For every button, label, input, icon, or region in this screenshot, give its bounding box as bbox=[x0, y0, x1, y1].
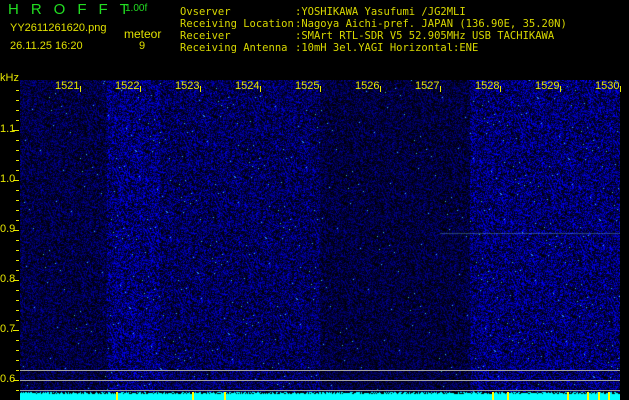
meteor-marker bbox=[192, 392, 194, 400]
y-minor-tick bbox=[16, 160, 19, 161]
y-minor-tick bbox=[16, 320, 19, 321]
info-label: Ovserver bbox=[180, 6, 231, 18]
y-tick-label: 0.8 bbox=[0, 273, 16, 285]
y-minor-tick bbox=[16, 200, 19, 201]
y-tick-label: 1.1 bbox=[0, 123, 16, 135]
y-minor-tick bbox=[16, 220, 19, 221]
y-unit-label: kHz bbox=[0, 72, 19, 84]
spectrogram bbox=[20, 80, 620, 400]
minute-tick bbox=[140, 86, 141, 92]
meteor-marker bbox=[507, 392, 509, 400]
receiver-value: :SMArt RTL-SDR V5 52.905MHz USB TACHIKAW… bbox=[295, 30, 555, 42]
y-tick-label: 0.7 bbox=[0, 323, 16, 335]
y-minor-tick bbox=[16, 110, 19, 111]
y-minor-tick bbox=[16, 190, 19, 191]
minute-tick bbox=[500, 86, 501, 92]
minute-tick bbox=[260, 86, 261, 92]
meteor-marker bbox=[116, 392, 118, 400]
y-tick-label: 0.6 bbox=[0, 373, 16, 385]
y-minor-tick bbox=[16, 120, 19, 121]
y-minor-tick bbox=[16, 240, 19, 241]
meteor-count: 9 bbox=[139, 40, 146, 52]
minute-tick bbox=[380, 86, 381, 92]
y-minor-tick bbox=[16, 360, 19, 361]
info-label: Receiver bbox=[180, 30, 231, 42]
info-values: :YOSHIKAWA Yasufumi /JG2MLI :Nagoya Aich… bbox=[295, 6, 567, 54]
y-minor-tick bbox=[16, 250, 19, 251]
minute-label: 1525 bbox=[295, 80, 320, 92]
y-minor-tick bbox=[16, 340, 19, 341]
y-minor-tick bbox=[16, 90, 19, 91]
y-minor-tick bbox=[16, 100, 19, 101]
y-minor-tick bbox=[16, 350, 19, 351]
minute-tick bbox=[440, 86, 441, 92]
minute-tick bbox=[320, 86, 321, 92]
minute-tick bbox=[80, 86, 81, 92]
y-minor-tick bbox=[16, 300, 19, 301]
minute-label: 1528 bbox=[475, 80, 500, 92]
minute-label: 1522 bbox=[115, 80, 140, 92]
observer-value: :YOSHIKAWA Yasufumi /JG2MLI bbox=[295, 6, 466, 18]
minute-tick bbox=[200, 86, 201, 92]
minute-label: 1530 bbox=[595, 80, 620, 92]
app-title: HROFFT bbox=[8, 1, 141, 18]
reference-line bbox=[20, 370, 620, 371]
reference-line bbox=[20, 390, 620, 391]
minute-label: 1521 bbox=[55, 80, 80, 92]
version-label: 1.00f bbox=[125, 3, 148, 14]
filename-label: YY2611261620.png bbox=[10, 22, 107, 34]
meteor-marker bbox=[567, 392, 569, 400]
y-minor-tick bbox=[16, 170, 19, 171]
y-tick-label: 0.9 bbox=[0, 223, 16, 235]
reference-line bbox=[20, 380, 620, 381]
y-minor-tick bbox=[16, 290, 19, 291]
minute-label: 1529 bbox=[535, 80, 560, 92]
minute-label: 1523 bbox=[175, 80, 200, 92]
y-minor-tick bbox=[16, 370, 19, 371]
detection-label: meteor bbox=[124, 27, 162, 41]
info-labels: Ovserver Receiving Location Receiver Rec… bbox=[180, 6, 294, 54]
y-minor-tick bbox=[16, 270, 19, 271]
antenna-value: :10mH 3el.YAGI Horizontal:ENE bbox=[295, 42, 479, 54]
minute-label: 1526 bbox=[355, 80, 380, 92]
y-minor-tick bbox=[16, 310, 19, 311]
meteor-marker bbox=[587, 392, 589, 400]
y-minor-tick bbox=[16, 390, 19, 391]
y-tick-label: 1.0 bbox=[0, 173, 16, 185]
meteor-marker bbox=[608, 392, 610, 400]
location-value: :Nagoya Aichi-pref. JAPAN (136.90E, 35.2… bbox=[295, 18, 567, 30]
meteor-marker bbox=[598, 392, 600, 400]
minute-tick bbox=[620, 86, 621, 92]
meteor-marker bbox=[492, 392, 494, 400]
meteor-marker bbox=[224, 392, 226, 400]
y-minor-tick bbox=[16, 140, 19, 141]
info-label: Receiving Location bbox=[180, 18, 294, 30]
y-minor-tick bbox=[16, 260, 19, 261]
info-label: Receiving Antenna bbox=[180, 42, 288, 54]
minute-label: 1524 bbox=[235, 80, 260, 92]
minute-tick bbox=[560, 86, 561, 92]
minute-label: 1527 bbox=[415, 80, 440, 92]
y-minor-tick bbox=[16, 210, 19, 211]
y-minor-tick bbox=[16, 150, 19, 151]
datetime-label: 26.11.25 16:20 bbox=[10, 40, 83, 52]
